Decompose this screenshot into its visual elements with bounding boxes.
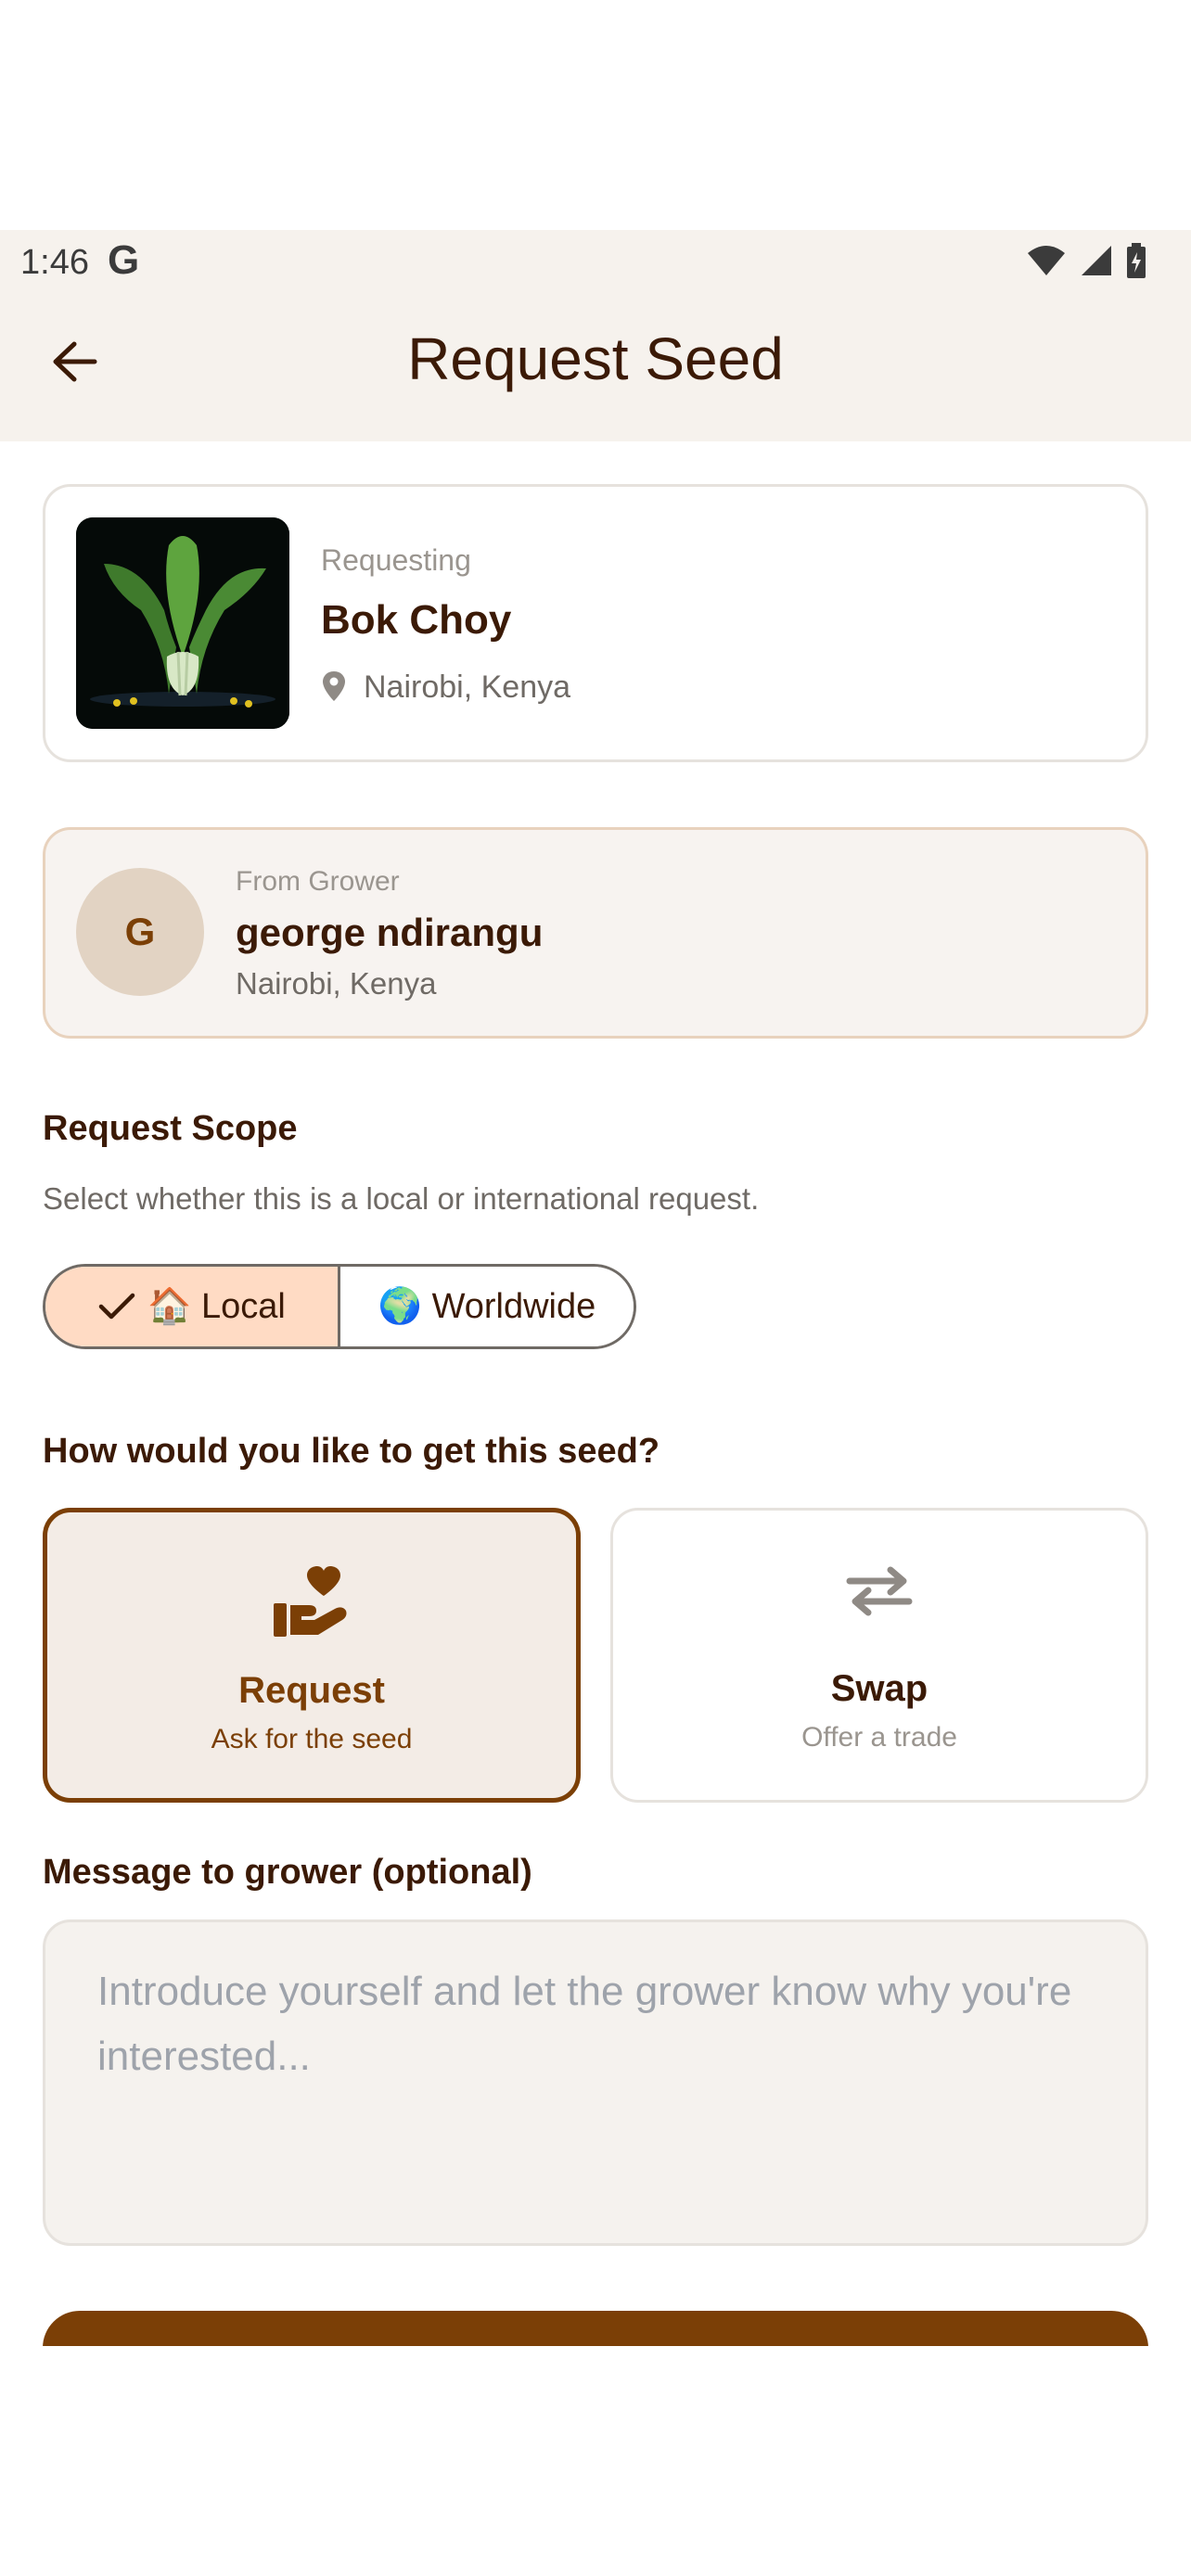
submit-button[interactable] (43, 2311, 1148, 2348)
swap-option-subtitle: Offer a trade (801, 1722, 957, 1753)
scope-local-button[interactable]: 🏠 Local (45, 1267, 340, 1346)
swap-option-card[interactable]: Swap Offer a trade (610, 1508, 1148, 1803)
request-scope-description: Select whether this is a local or intern… (43, 1181, 760, 1216)
request-scope-title: Request Scope (43, 1109, 298, 1148)
message-textarea[interactable]: Introduce yourself and let the grower kn… (43, 1919, 1148, 2246)
scope-worldwide-button[interactable]: 🌍 Worldwide (340, 1267, 634, 1346)
top-blank-area (0, 0, 1191, 230)
google-icon: G (108, 237, 140, 283)
grower-location: Nairobi, Kenya (236, 966, 437, 1001)
status-icons (1026, 243, 1146, 278)
message-title: Message to grower (optional) (43, 1853, 532, 1892)
wifi-icon (1028, 246, 1065, 275)
grower-card (43, 827, 1148, 1039)
signal-icon (1082, 246, 1111, 275)
status-bar (0, 230, 1191, 295)
message-placeholder: Introduce yourself and let the grower kn… (97, 1969, 1072, 2079)
battery-icon (1127, 243, 1146, 278)
seed-location: Nairobi, Kenya (364, 670, 571, 705)
page-title: Request Seed (407, 325, 784, 392)
hand-heart-icon (274, 1566, 347, 1637)
request-option-card[interactable]: Request Ask for the seed (43, 1508, 581, 1803)
status-time: 1:46 (20, 243, 89, 282)
grower-from-label: From Grower (236, 866, 400, 897)
request-option-title: Request (238, 1670, 385, 1711)
avatar: G (76, 868, 204, 996)
scope-worldwide-label: 🌍 Worldwide (378, 1287, 596, 1326)
seed-name: Bok Choy (321, 597, 512, 643)
seed-image (76, 517, 289, 729)
location-pin-icon (323, 671, 345, 701)
method-title: How would you like to get this seed? (43, 1432, 660, 1471)
check-icon (98, 1293, 135, 1320)
swap-option-title: Swap (830, 1668, 928, 1709)
scope-local-label: 🏠 Local (147, 1287, 286, 1326)
swap-arrows-icon (846, 1566, 913, 1616)
seed-requesting-label: Requesting (321, 543, 471, 577)
grower-name: george ndirangu (236, 911, 544, 954)
bottom-blank-area (0, 2346, 1191, 2576)
scope-segmented-control: 🏠 Local 🌍 Worldwide (43, 1264, 636, 1349)
request-option-subtitle: Ask for the seed (211, 1724, 413, 1754)
